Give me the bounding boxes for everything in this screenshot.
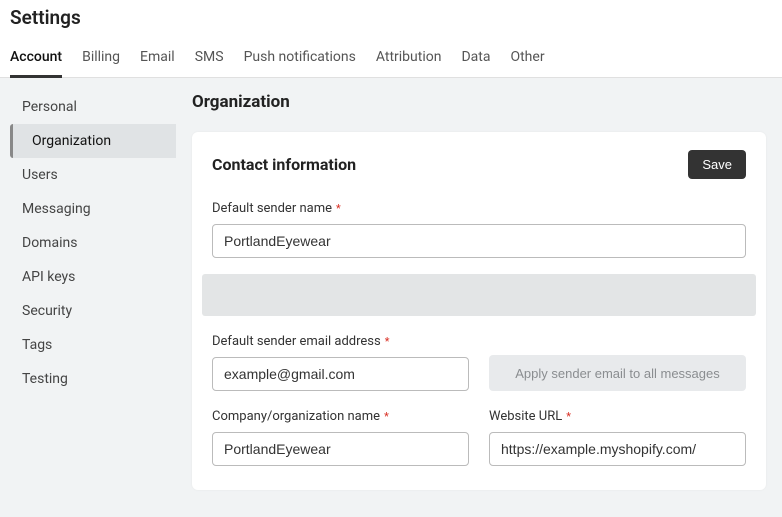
sidebar-item-organization[interactable]: Organization [10, 124, 176, 158]
website-url-label: Website URL * [489, 409, 746, 424]
required-asterisk-icon: * [385, 335, 390, 348]
default-sender-name-input[interactable] [212, 224, 746, 258]
required-asterisk-icon: * [336, 202, 341, 215]
sidebar-item-tags[interactable]: Tags [0, 328, 176, 362]
required-asterisk-icon: * [566, 410, 571, 423]
tab-email[interactable]: Email [140, 43, 175, 77]
required-asterisk-icon: * [384, 410, 389, 423]
company-name-label-text: Company/organization name [212, 409, 380, 424]
tab-push-notifications[interactable]: Push notifications [244, 43, 356, 77]
sidebar-item-personal[interactable]: Personal [0, 90, 176, 124]
sidebar-item-api-keys[interactable]: API keys [0, 260, 176, 294]
company-name-input[interactable] [212, 432, 469, 466]
sidebar-item-security[interactable]: Security [0, 294, 176, 328]
sidebar-item-testing[interactable]: Testing [0, 362, 176, 396]
default-sender-name-label: Default sender name * [212, 201, 746, 216]
main-content: Organization Contact information Save De… [176, 78, 782, 517]
page-title: Settings [0, 0, 782, 35]
contact-info-card: Contact information Save Default sender … [192, 132, 766, 490]
tab-attribution[interactable]: Attribution [376, 43, 442, 77]
sidebar-item-domains[interactable]: Domains [0, 226, 176, 260]
default-sender-name-label-text: Default sender name [212, 201, 332, 216]
sidebar: Personal Organization Users Messaging Do… [0, 78, 176, 517]
main-heading: Organization [192, 92, 766, 112]
sidebar-item-users[interactable]: Users [0, 158, 176, 192]
tab-sms[interactable]: SMS [195, 43, 224, 77]
website-url-label-text: Website URL [489, 409, 562, 424]
tab-data[interactable]: Data [461, 43, 490, 77]
website-url-input[interactable] [489, 432, 746, 466]
tab-account[interactable]: Account [10, 43, 62, 77]
save-button[interactable]: Save [688, 150, 746, 179]
placeholder-block [202, 274, 756, 316]
sidebar-item-messaging[interactable]: Messaging [0, 192, 176, 226]
apply-sender-email-button: Apply sender email to all messages [489, 355, 746, 391]
tab-billing[interactable]: Billing [82, 43, 120, 77]
tab-other[interactable]: Other [510, 43, 544, 77]
default-sender-email-label: Default sender email address * [212, 334, 469, 349]
default-sender-email-input[interactable] [212, 357, 469, 391]
tabs-bar: Account Billing Email SMS Push notificat… [0, 35, 782, 78]
company-name-label: Company/organization name * [212, 409, 469, 424]
card-title: Contact information [212, 155, 356, 174]
default-sender-email-label-text: Default sender email address [212, 334, 381, 349]
